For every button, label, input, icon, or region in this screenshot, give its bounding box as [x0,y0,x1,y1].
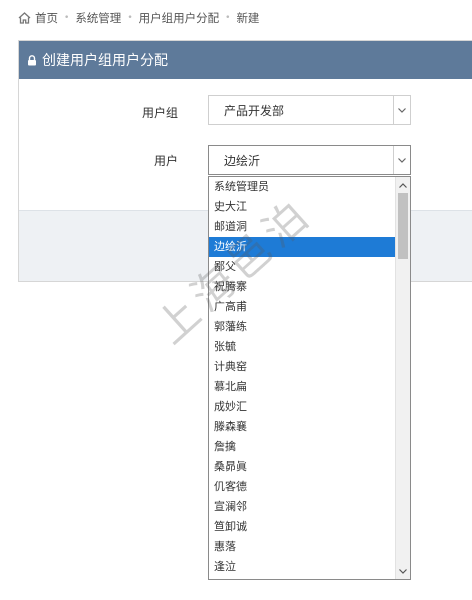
dropdown-option[interactable]: 逢泣 [209,557,395,577]
breadcrumb-group-user[interactable]: 用户组用户分配 [139,10,220,26]
dropdown-option[interactable]: 邮道洞 [209,217,395,237]
chevron-down-icon[interactable] [393,96,410,124]
breadcrumb-system[interactable]: 系统管理 [75,10,121,26]
user-select-value: 边绘沂 [224,153,261,168]
lock-icon [28,54,36,65]
dropdown-option[interactable]: 祝腾寨 [209,277,395,297]
dropdown-option[interactable]: 计典窑 [209,357,395,377]
user-dropdown-list[interactable]: 系统管理员 史大江 邮道洞 边绘沂 鄙父 祝腾寨 广高甫 郭藩练 张毓 计典窑 慕北扁 成妙汇 滕森襄詹… [208,176,411,580]
home-icon [18,12,31,24]
group-select[interactable]: 产品开发部 [208,95,411,125]
dropdown-option[interactable]: 滕森襄 [209,417,395,437]
dropdown-option[interactable]: 成妙汇 [209,397,395,417]
breadcrumb-home[interactable]: 首页 [18,10,58,26]
user-label: 用户 [154,154,179,168]
dropdown-option[interactable]: 桑昴眞 [209,457,395,477]
breadcrumb-separator: • [64,13,70,23]
dropdown-option[interactable]: 笪卸诚 [209,517,395,537]
dropdown-option[interactable]: 史大江 [209,197,395,217]
dropdown-option[interactable]: 宣澜邻 [209,497,395,517]
dropdown-option[interactable]: 詹擒 [209,437,395,457]
scroll-thumb[interactable] [398,193,408,259]
scroll-up-icon[interactable] [396,178,410,192]
panel-header: 创建用户组用户分配 [19,41,472,79]
panel-title: 创建用户组用户分配 [42,53,168,69]
dropdown-option[interactable]: 鄙父 [209,257,395,277]
dropdown-option[interactable]: 广高甫 [209,297,395,317]
dropdown-option[interactable]: 张毓 [209,337,395,357]
dropdown-option[interactable]: 慕北扁 [209,377,395,397]
dropdown-option[interactable]: 郭藩练 [209,317,395,337]
dropdown-option[interactable]: 系统管理员 [209,177,395,197]
breadcrumb-separator: • [225,13,231,23]
chevron-down-icon[interactable] [393,146,410,174]
breadcrumb: 首页 • 系统管理 • 用户组用户分配 • 新建 [0,0,472,36]
breadcrumb-home-label: 首页 [35,11,58,25]
dropdown-scrollbar[interactable] [395,177,410,579]
user-select[interactable]: 边绘沂 [208,145,411,175]
group-select-value: 产品开发部 [224,103,285,118]
breadcrumb-new: 新建 [236,11,260,25]
group-label: 用户组 [142,106,179,120]
dropdown-option[interactable]: 边绘沂 [209,237,395,257]
dropdown-option[interactable]: 惠落 [209,537,395,557]
dropdown-option[interactable]: 仉客德 [209,477,395,497]
scroll-down-icon[interactable] [396,564,410,578]
breadcrumb-separator: • [127,13,133,23]
